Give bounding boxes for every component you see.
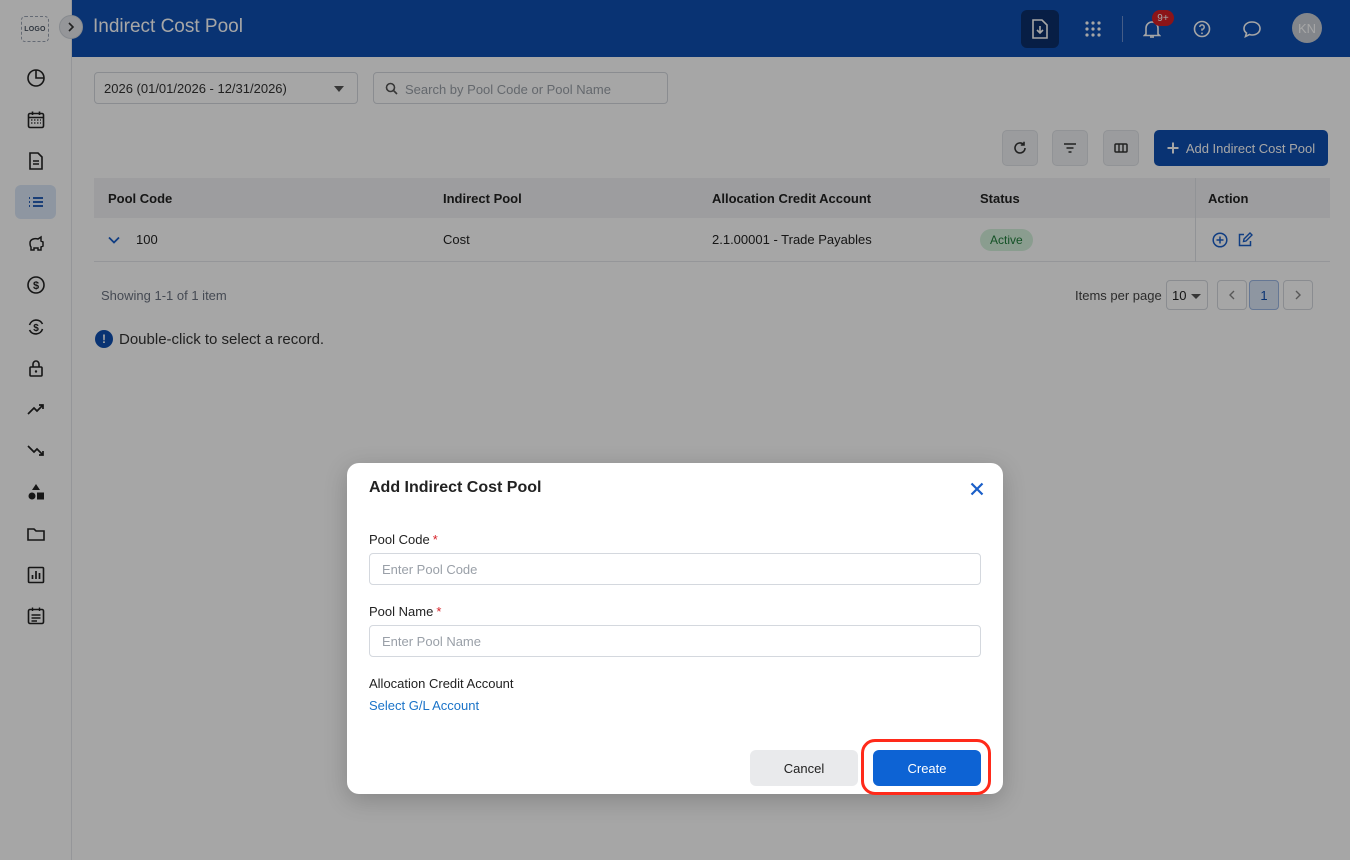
cancel-button[interactable]: Cancel (750, 750, 858, 786)
allocation-account-label: Allocation Credit Account (369, 676, 514, 691)
pool-code-label: Pool Code * (369, 532, 438, 547)
select-gl-account-link[interactable]: Select G/L Account (369, 698, 479, 713)
pool-name-label: Pool Name * (369, 604, 442, 619)
close-dialog-button[interactable] (967, 479, 987, 499)
create-button[interactable]: Create (873, 750, 981, 786)
add-pool-dialog: Add Indirect Cost Pool Pool Code* Pool N… (347, 463, 1003, 795)
required-mark: * (432, 532, 438, 547)
pool-code-input[interactable] (369, 553, 981, 585)
required-mark: * (436, 604, 442, 619)
pool-name-input[interactable] (369, 625, 981, 657)
dialog-title: Add Indirect Cost Pool (369, 479, 542, 496)
close-icon (970, 482, 984, 496)
